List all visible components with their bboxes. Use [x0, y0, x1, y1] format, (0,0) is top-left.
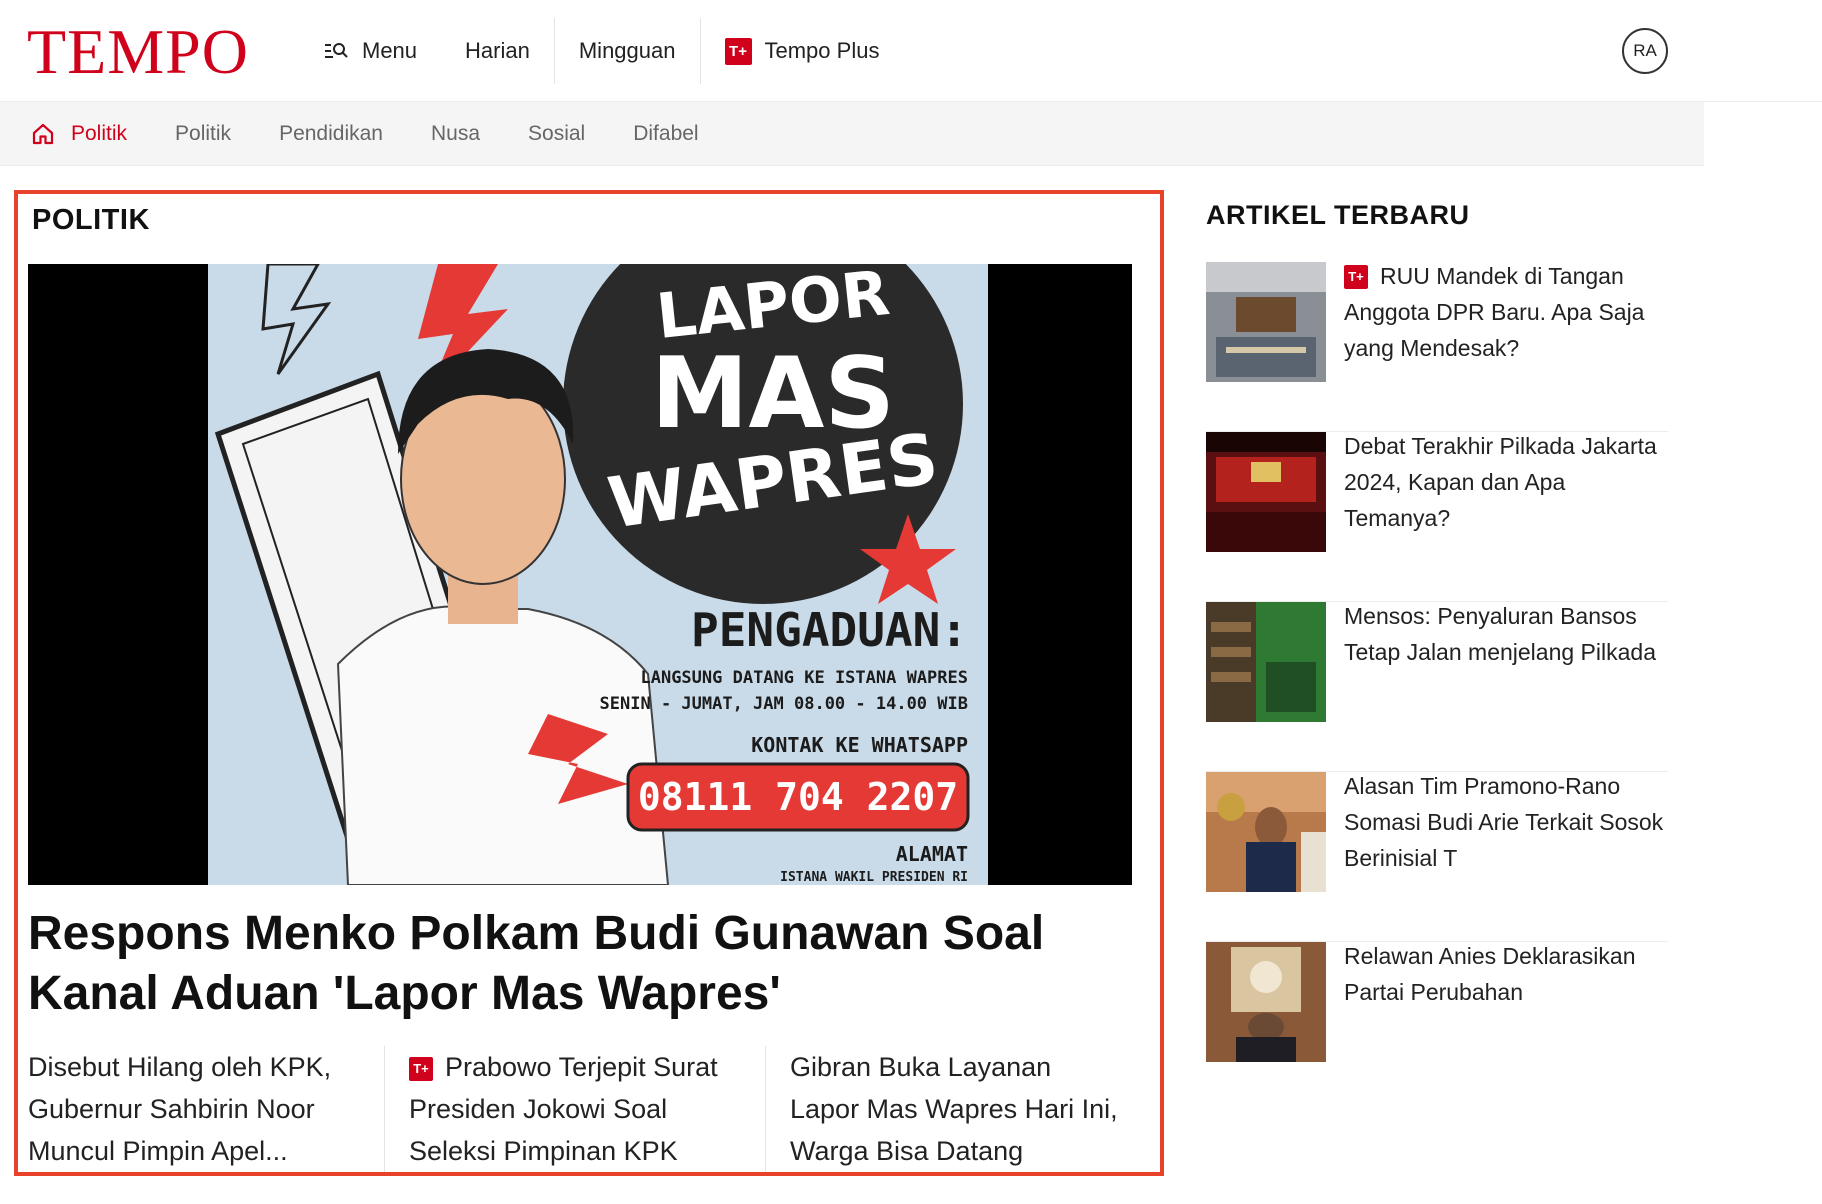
- sub-articles: Disebut Hilang oleh KPK, Gubernur Sahbir…: [28, 1046, 1146, 1172]
- tempo-plus-icon: T+: [724, 37, 752, 65]
- main-nav: Menu Harian Mingguan T+ Tempo Plus: [300, 18, 903, 84]
- nav-menu[interactable]: Menu: [300, 18, 441, 84]
- list-item[interactable]: Alasan Tim Pramono-Rano Somasi Budi Arie…: [1206, 772, 1668, 942]
- category-subnav: Politik Politik Pendidikan Nusa Sosial D…: [0, 102, 1704, 166]
- sub-article-link[interactable]: Gibran Buka Layanan Lapor Mas Wapres Har…: [765, 1046, 1146, 1172]
- article-thumbnail[interactable]: [1206, 602, 1326, 722]
- subnav-item-pendidikan[interactable]: Pendidikan: [279, 122, 383, 146]
- article-title-link[interactable]: Debat Terakhir Pilkada Jakarta 2024, Kap…: [1344, 428, 1668, 601]
- top-bar: TEMPO Menu Harian Mingguan T+ Tempo Plus: [0, 0, 1822, 102]
- nav-harian[interactable]: Harian: [441, 18, 554, 84]
- user-avatar[interactable]: RA: [1622, 28, 1668, 74]
- subnav-item-home-politik[interactable]: Politik: [31, 122, 127, 146]
- list-item[interactable]: Mensos: Penyaluran Bansos Tetap Jalan me…: [1206, 602, 1668, 772]
- tempo-logo[interactable]: TEMPO: [27, 17, 249, 87]
- poster-heading: PENGADUAN:: [691, 603, 968, 657]
- article-title-link[interactable]: Relawan Anies Deklarasikan Partai Peruba…: [1344, 938, 1668, 1112]
- subnav-item-sosial[interactable]: Sosial: [528, 122, 585, 146]
- sub-article-title: Gibran Buka Layanan Lapor Mas Wapres Har…: [790, 1052, 1118, 1166]
- hero-image[interactable]: LAPOR MAS WAPRES PENGADUAN: LANGSUNG DAT…: [28, 264, 1132, 885]
- subnav-item-label: Politik: [71, 121, 128, 145]
- article-thumbnail[interactable]: [1206, 942, 1326, 1062]
- article-title-link[interactable]: Alasan Tim Pramono-Rano Somasi Budi Arie…: [1344, 768, 1668, 941]
- sidebar-title: ARTIKEL TERBARU: [1206, 200, 1470, 230]
- article-thumbnail[interactable]: [1206, 772, 1326, 892]
- poster-phone: 08111 704 2207: [637, 775, 959, 819]
- list-item[interactable]: Debat Terakhir Pilkada Jakarta 2024, Kap…: [1206, 432, 1668, 602]
- article-thumbnail[interactable]: [1206, 262, 1326, 382]
- sub-article-link[interactable]: T+ Prabowo Terjepit Surat Presiden Jokowi…: [384, 1046, 765, 1172]
- poster-address: ALAMAT: [895, 842, 968, 866]
- nav-tempo-plus-label: Tempo Plus: [764, 38, 880, 63]
- tempo-plus-icon: T+: [1344, 265, 1368, 289]
- article-title: RUU Mandek di Tangan Anggota DPR Baru. A…: [1344, 263, 1645, 361]
- section-title: POLITIK: [32, 204, 150, 236]
- politik-section: POLITIK LAPOR MAS WAPRES PENGADUAN: LANG…: [14, 190, 1164, 1176]
- tempo-plus-icon: T+: [409, 1057, 433, 1081]
- poster-sub2: SENIN - JUMAT, JAM 08.00 - 14.00 WIB: [599, 694, 968, 714]
- article-thumbnail[interactable]: [1206, 432, 1326, 552]
- list-item[interactable]: Relawan Anies Deklarasikan Partai Peruba…: [1206, 942, 1668, 1112]
- subnav-item-nusa[interactable]: Nusa: [431, 122, 480, 146]
- home-icon: [31, 122, 55, 146]
- headline-link[interactable]: Respons Menko Polkam Budi Gunawan Soal K…: [28, 904, 1138, 1024]
- sub-article-title: Prabowo Terjepit Surat Presiden Jokowi S…: [409, 1052, 718, 1166]
- nav-tempo-plus[interactable]: T+ Tempo Plus: [699, 18, 904, 84]
- menu-search-icon: [324, 41, 350, 61]
- poster-address-sub: ISTANA WAKIL PRESIDEN RI: [780, 870, 968, 885]
- list-item[interactable]: T+ RUU Mandek di Tangan Anggota DPR Baru.…: [1206, 262, 1668, 432]
- latest-articles-list: T+ RUU Mandek di Tangan Anggota DPR Baru.…: [1206, 262, 1668, 1112]
- subnav-item-difabel[interactable]: Difabel: [633, 122, 698, 146]
- poster-sub1: LANGSUNG DATANG KE ISTANA WAPRES: [640, 668, 968, 688]
- article-title-link[interactable]: T+ RUU Mandek di Tangan Anggota DPR Baru.…: [1344, 258, 1668, 431]
- subnav-item-politik[interactable]: Politik: [175, 122, 231, 146]
- nav-mingguan[interactable]: Mingguan: [553, 18, 700, 84]
- nav-mingguan-label: Mingguan: [578, 38, 676, 63]
- nav-harian-label: Harian: [465, 38, 530, 63]
- nav-menu-label: Menu: [362, 38, 418, 63]
- sub-article-link[interactable]: Disebut Hilang oleh KPK, Gubernur Sahbir…: [28, 1046, 384, 1172]
- poster-contact: KONTAK KE WHATSAPP: [751, 733, 968, 757]
- sub-article-title: Disebut Hilang oleh KPK, Gubernur Sahbir…: [28, 1052, 332, 1166]
- lapor-mas-wapres-poster: LAPOR MAS WAPRES PENGADUAN: LANGSUNG DAT…: [208, 264, 988, 885]
- article-title-link[interactable]: Mensos: Penyaluran Bansos Tetap Jalan me…: [1344, 598, 1668, 771]
